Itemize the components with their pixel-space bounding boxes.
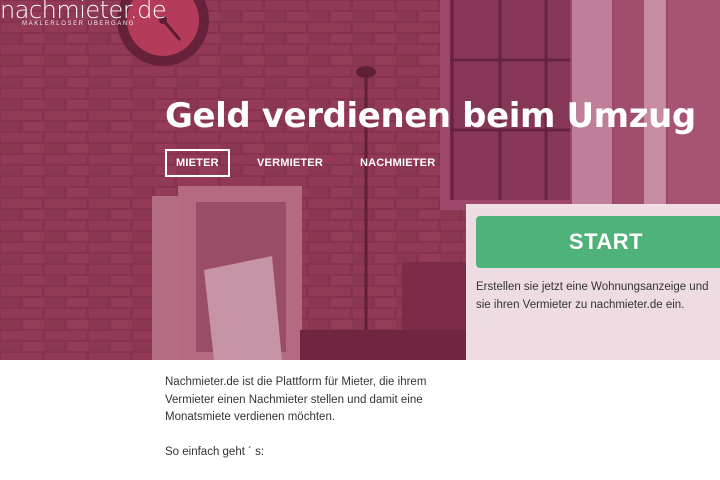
tab-nachmieter[interactable]: NACHMIETER <box>360 149 435 177</box>
panel-text-line: Erstellen sie jetzt eine Wohnungsanzeige… <box>476 281 709 293</box>
tab-vermieter[interactable]: VERMIETER <box>257 149 323 177</box>
intro-line: Monatsmiete verdienen möchten. <box>165 411 336 423</box>
intro-paragraph: Nachmieter.de ist die Plattform für Miet… <box>165 374 495 427</box>
tab-mieter[interactable]: MIETER <box>165 149 230 177</box>
start-button[interactable]: START <box>476 216 720 268</box>
intro-content: Nachmieter.de ist die Plattform für Miet… <box>165 374 495 461</box>
intro-line: Nachmieter.de ist die Plattform für Miet… <box>165 376 427 388</box>
hero-section: nachmieter.de MAKLERLOSER ÜBERGANG Geld … <box>0 0 720 360</box>
panel-text-line: sie ihren Vermieter zu nachmieter.de ein… <box>476 299 685 311</box>
intro-line: Vermieter einen Nachmieter stellen und d… <box>165 393 423 406</box>
site-logo[interactable]: nachmieter.de MAKLERLOSER ÜBERGANG <box>0 0 167 27</box>
hero-headline: Geld verdienen beim Umzug <box>165 96 696 136</box>
start-panel-text: Erstellen sie jetzt eine Wohnungsanzeige… <box>476 278 720 314</box>
steps-heading: So einfach geht ´ s: <box>165 445 265 458</box>
start-panel: START Erstellen sie jetzt eine Wohnungsa… <box>466 204 720 360</box>
logo-tagline: MAKLERLOSER ÜBERGANG <box>22 21 136 27</box>
